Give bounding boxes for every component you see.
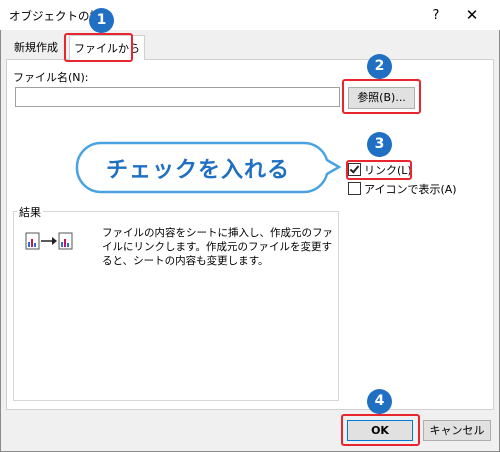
filename-input[interactable] <box>15 87 340 107</box>
display-as-icon-row[interactable]: アイコンで表示(A) <box>348 182 457 198</box>
highlight-link-checkbox <box>346 160 412 180</box>
linked-file-icon <box>25 232 73 250</box>
step-marker-4: 4 <box>367 389 392 414</box>
step-marker-3: 3 <box>367 132 392 157</box>
help-button[interactable]: ? <box>426 6 446 26</box>
step-marker-1: 1 <box>89 8 114 33</box>
highlight-ok-button <box>341 414 420 446</box>
highlight-tab-from-file <box>64 33 133 62</box>
cancel-button[interactable]: キャンセル <box>423 420 491 441</box>
result-group-label: 結果 <box>17 204 43 220</box>
close-icon: ✕ <box>465 6 479 24</box>
highlight-browse-button <box>342 79 421 114</box>
close-button[interactable]: ✕ <box>460 4 484 26</box>
callout-text: チェックを入れる <box>105 158 290 183</box>
display-as-icon-checkbox[interactable] <box>348 182 361 195</box>
tab-create-new[interactable]: 新規作成 <box>10 37 62 59</box>
result-description: ファイルの内容をシートに挿入し、作成元のファイルにリンクします。作成元のファイル… <box>102 227 333 267</box>
display-as-icon-label: アイコンで表示(A) <box>364 183 457 196</box>
step-marker-2: 2 <box>367 54 392 79</box>
filename-label: ファイル名(N): <box>13 71 89 84</box>
